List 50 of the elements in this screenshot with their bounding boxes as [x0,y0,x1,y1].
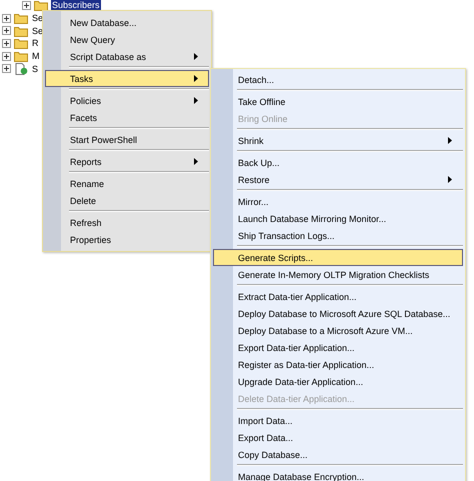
menu-item[interactable]: Restore [213,171,463,188]
menu-item[interactable]: Launch Database Mirroring Monitor... [213,210,463,227]
menu-item[interactable]: Facets [45,109,209,126]
tree-node[interactable]: S [31,64,40,74]
menu-item[interactable]: Manage Database Encryption... [213,468,463,481]
menu-item[interactable]: Deploy Database to Microsoft Azure SQL Database... [213,305,463,322]
menu-item[interactable]: Properties [45,231,209,248]
expand-icon[interactable] [2,64,11,74]
menu-item[interactable]: Start PowerShell [45,131,209,148]
menu-item[interactable]: Register as Data-tier Application... [213,356,463,373]
tree-node[interactable]: Se [31,26,44,36]
menu-item[interactable]: Refresh [45,214,209,231]
expand-icon[interactable] [2,52,11,61]
folder-icon [14,24,28,37]
expand-icon[interactable] [2,38,11,48]
folder-icon [34,0,48,12]
menu-item[interactable]: Shrink [213,132,463,149]
menu-item[interactable]: Script Database as [45,48,209,65]
menu-item[interactable]: Mirror... [213,193,463,210]
menu-item[interactable]: Rename [45,175,209,192]
menu-item[interactable]: New Query [45,31,209,48]
menu-item[interactable]: Export Data-tier Application... [213,339,463,356]
menu-item[interactable]: Tasks [45,70,209,87]
menu-item[interactable]: Upgrade Data-tier Application... [213,373,463,390]
folder-icon [14,37,28,50]
menu-item[interactable]: Generate In-Memory OLTP Migration Checklists [213,266,463,283]
expand-icon[interactable] [22,0,31,10]
tree-node[interactable]: M [31,51,40,62]
menu-item[interactable]: Take Offline [213,93,463,110]
menu-item[interactable]: Deploy Database to a Microsoft Azure VM... [213,322,463,339]
document-icon [14,62,28,75]
tree-node[interactable]: Subscribers [51,0,101,10]
tree-node[interactable]: R [31,38,40,48]
menu-item[interactable]: New Database... [45,14,209,31]
menu-item[interactable]: Policies [45,92,209,109]
menu-item[interactable]: Reports [45,153,209,170]
menu-item[interactable]: Detach... [213,71,463,88]
menu-item[interactable]: Delete [45,192,209,209]
folder-icon [14,50,28,62]
expand-icon[interactable] [2,26,11,36]
menu-item[interactable]: Back Up... [213,154,463,171]
menu-item[interactable]: Ship Transaction Logs... [213,227,463,244]
menu-item[interactable]: Export Data... [213,429,463,446]
folder-icon [14,12,28,24]
menu-item[interactable]: Import Data... [213,412,463,429]
menu-item[interactable]: Extract Data-tier Application... [213,288,463,305]
menu-item[interactable]: Copy Database... [213,446,463,463]
menu-item[interactable]: Generate Scripts... [213,249,463,266]
tree-node[interactable]: Se [31,13,44,24]
expand-icon[interactable] [2,14,11,23]
